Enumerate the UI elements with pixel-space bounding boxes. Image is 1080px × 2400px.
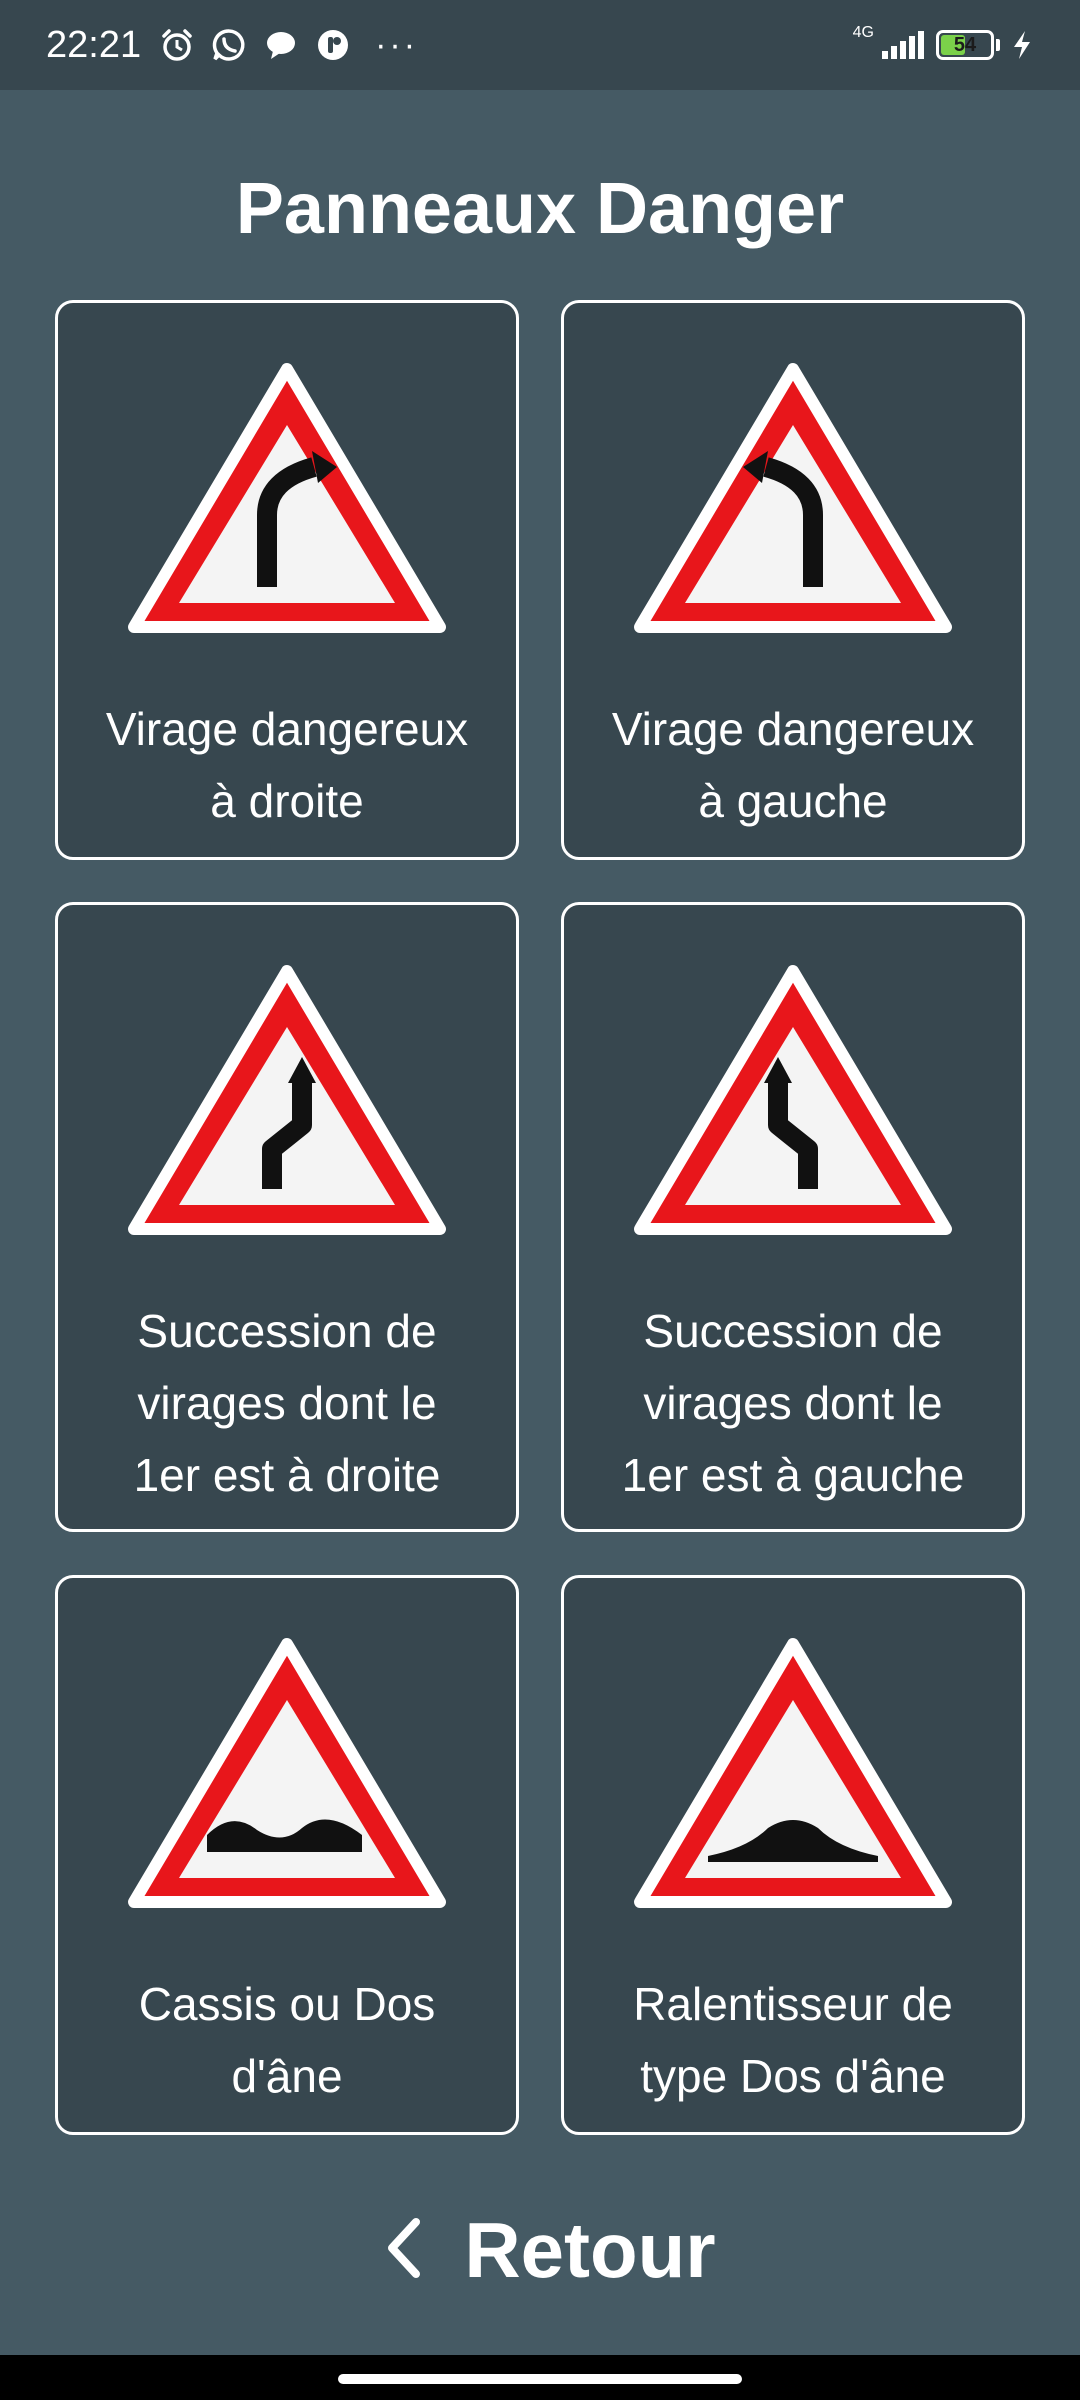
whatsapp-icon [209, 25, 249, 65]
sign-card-succession-droite[interactable]: Succession de virages dont le 1er est à … [55, 902, 519, 1532]
sign-card-ralentisseur[interactable]: Ralentisseur de type Dos d'âne [561, 1575, 1025, 2135]
speed-bump-sign-icon [634, 1638, 952, 1908]
status-bar: 22:21 ··· 4G 54 [0, 0, 1080, 90]
sign-label: Succession de virages dont le 1er est à … [621, 1305, 965, 1501]
network-type: 4G [852, 24, 874, 41]
charging-icon [1010, 25, 1034, 65]
sign-label: Ralentisseur de type Dos d'âne [633, 1978, 953, 2102]
sign-card-virage-gauche[interactable]: Virage dangereux à gauche [561, 300, 1025, 860]
alarm-icon [157, 25, 197, 65]
app-notification-icon [313, 25, 353, 65]
sign-label: Cassis ou Dos d'âne [138, 1978, 436, 2102]
signal-icon [880, 25, 926, 65]
chat-bubble-icon [261, 25, 301, 65]
battery-icon: 54 [936, 30, 994, 60]
sign-label: Virage dangereux à droite [105, 703, 469, 827]
battery-tip [996, 39, 1000, 51]
back-button-label: Retour [464, 2205, 716, 2294]
back-button[interactable]: Retour [370, 2200, 730, 2300]
double-curve-right-sign-icon [128, 965, 446, 1235]
sign-card-cassis[interactable]: Cassis ou Dos d'âne [55, 1575, 519, 2135]
more-dots-icon: ··· [375, 25, 419, 64]
navigation-bar [0, 2355, 1080, 2400]
sign-card-virage-droite[interactable]: Virage dangereux à droite [55, 300, 519, 860]
double-curve-left-sign-icon [634, 965, 952, 1235]
page-title: Panneaux Danger [235, 169, 845, 249]
battery-level: 54 [953, 33, 977, 56]
home-indicator[interactable] [338, 2374, 742, 2384]
curve-right-sign-icon [128, 363, 446, 633]
status-time: 22:21 [46, 23, 142, 66]
chevron-left-icon [384, 2216, 424, 2285]
sign-label: Virage dangereux à gauche [611, 703, 975, 827]
bumpy-road-sign-icon [128, 1638, 446, 1908]
curve-left-sign-icon [634, 363, 952, 633]
sign-card-succession-gauche[interactable]: Succession de virages dont le 1er est à … [561, 902, 1025, 1532]
sign-label: Succession de virages dont le 1er est à … [133, 1305, 441, 1501]
